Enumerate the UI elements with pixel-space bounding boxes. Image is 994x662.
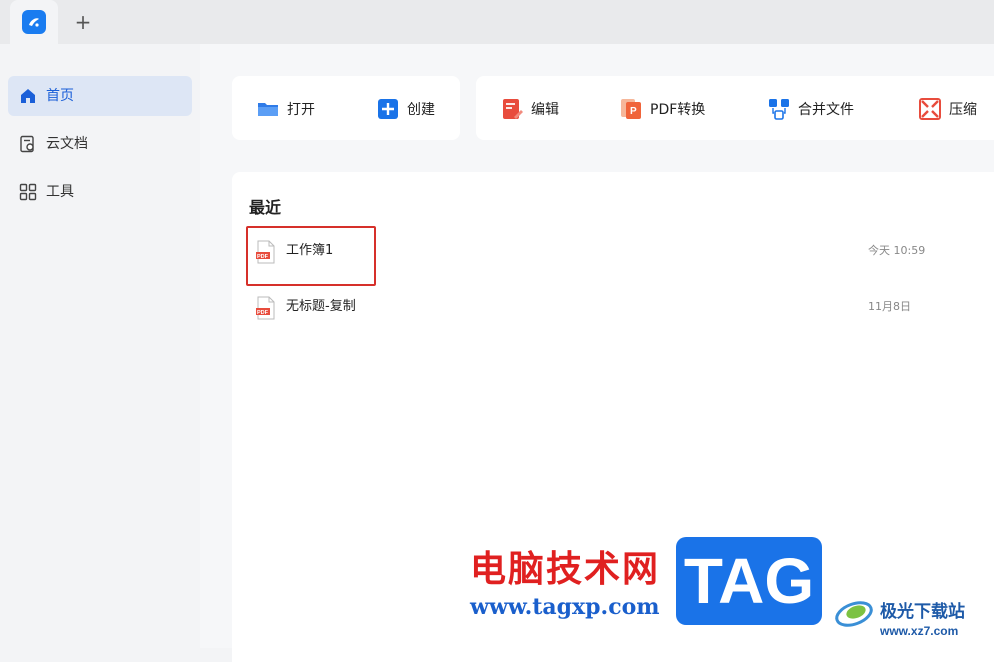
new-tab-button[interactable]: + <box>73 12 93 32</box>
sidebar-item-label: 工具 <box>46 184 74 200</box>
annotation-highlight-box <box>246 226 376 286</box>
file-row[interactable]: PDF 无标题-复制 11月8日 <box>246 290 926 326</box>
merge-files-icon <box>769 99 789 120</box>
cloud-document-icon <box>20 135 34 153</box>
watermark-site-url: www.xz7.com <box>880 624 959 638</box>
file-name: 无标题-复制 <box>286 299 356 314</box>
open-label: 打开 <box>287 102 315 118</box>
watermark-tag-logo: TAG <box>676 537 822 625</box>
sidebar: 首页 云文档 工具 <box>0 44 200 648</box>
create-label: 创建 <box>407 102 435 118</box>
sidebar-item-label: 云文档 <box>46 136 88 152</box>
tools-card: 编辑 P PDF转换 合并文件 压缩 <box>476 76 994 140</box>
watermark-title: 电脑技术网 <box>470 549 661 590</box>
home-icon <box>21 89 35 103</box>
sidebar-item-home[interactable]: 首页 <box>8 76 192 116</box>
compress-icon <box>919 98 941 120</box>
merge-files-label: 合并文件 <box>798 102 854 118</box>
tab-bar: + <box>0 0 994 44</box>
file-actions-card: 打开 创建 <box>232 76 460 140</box>
edit-label: 编辑 <box>531 102 559 118</box>
folder-open-icon <box>258 103 278 116</box>
pdf-file-icon: PDF <box>256 296 275 320</box>
watermark-url: www.tagxp.com <box>470 594 660 620</box>
file-date: 11月8日 <box>868 300 911 313</box>
sidebar-item-label: 首页 <box>46 88 74 104</box>
plus-square-icon <box>378 99 398 119</box>
recent-heading: 最近 <box>249 198 282 217</box>
sidebar-item-tools[interactable]: 工具 <box>8 172 192 212</box>
watermark-tag-text: TAG <box>683 545 815 617</box>
sidebar-item-cloud-docs[interactable]: 云文档 <box>8 124 192 164</box>
pdf-convert-label: PDF转换 <box>650 102 706 118</box>
file-date: 今天 10:59 <box>868 244 926 257</box>
svg-text:P: P <box>630 106 637 117</box>
app-logo-icon <box>22 10 46 34</box>
pdf-convert-icon: P <box>621 99 641 119</box>
svg-text:PDF: PDF <box>257 310 269 316</box>
aurora-logo-icon <box>835 601 873 627</box>
watermark-site-name: 极光下载站 <box>880 602 965 622</box>
app-home-tab[interactable] <box>10 0 58 44</box>
compress-label: 压缩 <box>949 102 977 118</box>
edit-document-icon <box>503 99 523 119</box>
tools-grid-icon <box>19 183 37 201</box>
